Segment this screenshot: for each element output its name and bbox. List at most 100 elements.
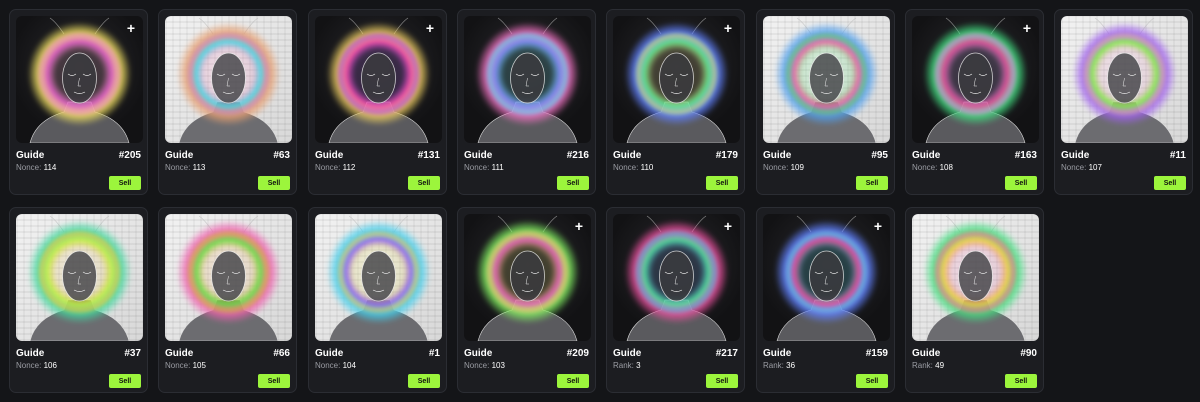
nft-meta: Nonce: 113 <box>165 163 205 172</box>
nft-name: Guide <box>613 150 642 161</box>
nft-thumbnail[interactable] <box>16 214 143 341</box>
nft-name: Guide <box>16 348 45 359</box>
nft-card[interactable]: + Guide #163 Nonce: 108 Sell <box>905 9 1044 195</box>
nft-thumbnail[interactable]: + <box>16 16 143 143</box>
meta-label: Nonce: <box>165 163 191 172</box>
meta-label: Rank: <box>912 361 933 370</box>
nft-thumbnail[interactable] <box>165 16 292 143</box>
nft-card[interactable]: Guide #63 Nonce: 113 Sell <box>158 9 297 195</box>
sell-button[interactable]: Sell <box>856 176 888 190</box>
nft-card[interactable]: Guide #37 Nonce: 106 Sell <box>9 207 148 393</box>
meta-value: 110 <box>640 163 654 172</box>
guide-artwork <box>774 215 879 341</box>
nft-number: #216 <box>566 150 589 161</box>
sell-button[interactable]: Sell <box>557 176 589 190</box>
nft-number: #95 <box>871 150 888 161</box>
nft-card[interactable]: Guide #66 Nonce: 105 Sell <box>158 207 297 393</box>
sell-button[interactable]: Sell <box>706 176 738 190</box>
nft-thumbnail[interactable]: + <box>763 214 890 341</box>
nft-card[interactable]: Guide #11 Nonce: 107 Sell <box>1054 9 1193 195</box>
nft-card[interactable]: + Guide #131 Nonce: 112 Sell <box>308 9 447 195</box>
nft-meta: Nonce: 106 <box>16 361 57 370</box>
meta-value: 3 <box>636 361 641 370</box>
sell-button[interactable]: Sell <box>408 374 440 388</box>
nft-thumbnail[interactable] <box>464 16 591 143</box>
guide-artwork <box>624 215 729 341</box>
meta-value: 103 <box>491 361 505 370</box>
meta-value: 108 <box>939 163 953 172</box>
meta-value: 36 <box>786 361 796 370</box>
meta-label: Nonce: <box>912 163 938 172</box>
sell-button[interactable]: Sell <box>109 176 141 190</box>
nft-card[interactable]: + Guide #179 Nonce: 110 Sell <box>606 9 745 195</box>
nft-thumbnail[interactable]: + <box>464 214 591 341</box>
nft-name: Guide <box>613 348 642 359</box>
meta-label: Rank: <box>763 361 784 370</box>
guide-artwork <box>624 17 729 143</box>
sell-button[interactable]: Sell <box>258 374 290 388</box>
nft-meta: Nonce: 114 <box>16 163 56 172</box>
sell-button[interactable]: Sell <box>1154 176 1186 190</box>
guide-artwork <box>923 215 1028 341</box>
guide-artwork <box>27 17 132 143</box>
nft-thumbnail[interactable] <box>165 214 292 341</box>
nft-card[interactable]: + Guide #209 Nonce: 103 Sell <box>457 207 596 393</box>
meta-value: 112 <box>342 163 356 172</box>
guide-artwork <box>1072 17 1177 143</box>
nft-name: Guide <box>1061 150 1090 161</box>
nft-meta: Nonce: 109 <box>763 163 804 172</box>
sell-button[interactable]: Sell <box>557 374 589 388</box>
sell-button[interactable]: Sell <box>109 374 141 388</box>
sell-button[interactable]: Sell <box>1005 374 1037 388</box>
nft-number: #179 <box>715 150 738 161</box>
sell-button[interactable]: Sell <box>408 176 440 190</box>
nft-card[interactable]: Guide #95 Nonce: 109 Sell <box>756 9 895 195</box>
sell-button[interactable]: Sell <box>1005 176 1037 190</box>
nft-thumbnail[interactable] <box>1061 16 1188 143</box>
nft-number: #66 <box>273 348 290 359</box>
nft-number: #90 <box>1020 348 1037 359</box>
nft-card[interactable]: + Guide #159 Rank: 36 Sell <box>756 207 895 393</box>
add-icon[interactable]: + <box>724 219 732 233</box>
nft-name: Guide <box>315 348 344 359</box>
guide-artwork <box>326 17 431 143</box>
add-icon[interactable]: + <box>724 21 732 35</box>
nft-meta: Nonce: 108 <box>912 163 953 172</box>
add-icon[interactable]: + <box>575 219 583 233</box>
nft-card[interactable]: + Guide #205 Nonce: 114 Sell <box>9 9 148 195</box>
nft-card[interactable]: Guide #90 Rank: 49 Sell <box>905 207 1044 393</box>
nft-thumbnail[interactable] <box>315 214 442 341</box>
add-icon[interactable]: + <box>1023 21 1031 35</box>
nft-number: #37 <box>124 348 141 359</box>
nft-card[interactable]: Guide #216 Nonce: 111 Sell <box>457 9 596 195</box>
nft-thumbnail[interactable]: + <box>912 16 1039 143</box>
nft-name: Guide <box>16 150 45 161</box>
sell-button[interactable]: Sell <box>706 374 738 388</box>
meta-label: Nonce: <box>613 163 639 172</box>
meta-label: Nonce: <box>464 163 490 172</box>
sell-button[interactable]: Sell <box>856 374 888 388</box>
nft-number: #159 <box>865 348 888 359</box>
add-icon[interactable]: + <box>874 219 882 233</box>
add-icon[interactable]: + <box>127 21 135 35</box>
meta-label: Nonce: <box>315 163 341 172</box>
guide-artwork <box>27 215 132 341</box>
nft-card[interactable]: + Guide #217 Rank: 3 Sell <box>606 207 745 393</box>
guide-artwork <box>326 215 431 341</box>
nft-thumbnail[interactable]: + <box>613 16 740 143</box>
nft-meta: Nonce: 107 <box>1061 163 1102 172</box>
nft-number: #205 <box>118 150 141 161</box>
nft-thumbnail[interactable]: + <box>613 214 740 341</box>
nft-thumbnail[interactable]: + <box>315 16 442 143</box>
nft-name: Guide <box>912 150 941 161</box>
nft-thumbnail[interactable] <box>763 16 890 143</box>
meta-value: 111 <box>491 163 504 172</box>
nft-card[interactable]: Guide #1 Nonce: 104 Sell <box>308 207 447 393</box>
nft-meta: Nonce: 104 <box>315 361 356 370</box>
add-icon[interactable]: + <box>426 21 434 35</box>
nft-number: #63 <box>273 150 290 161</box>
sell-button[interactable]: Sell <box>258 176 290 190</box>
nft-meta: Rank: 36 <box>763 361 795 370</box>
nft-thumbnail[interactable] <box>912 214 1039 341</box>
nft-name: Guide <box>912 348 941 359</box>
